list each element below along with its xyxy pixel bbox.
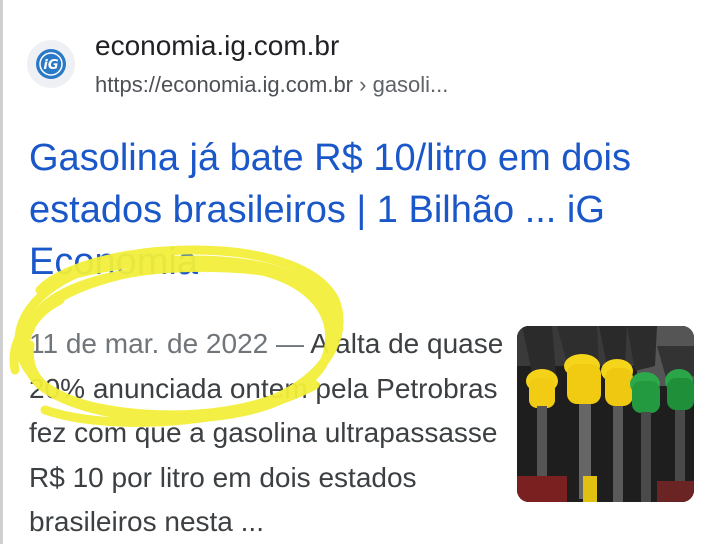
screen-edge — [0, 0, 3, 544]
date-separator: — — [268, 328, 311, 359]
site-favicon[interactable]: iG — [27, 40, 75, 88]
site-url[interactable]: https://economia.ig.com.br › gasoli... — [95, 72, 448, 98]
result-snippet: 11 de mar. de 2022 — A alta de quase 20%… — [29, 322, 504, 545]
result-title-link[interactable]: Gasolina já bate R$ 10/litro em dois est… — [29, 132, 709, 288]
site-name[interactable]: economia.ig.com.br — [95, 30, 339, 62]
url-breadcrumb: › gasoli... — [359, 72, 449, 97]
fuel-nozzles-image — [517, 326, 694, 502]
url-text: https://economia.ig.com.br — [95, 72, 354, 97]
ig-logo-icon: iG — [36, 49, 66, 79]
result-date: 11 de mar. de 2022 — [29, 328, 269, 359]
result-thumbnail[interactable] — [517, 326, 694, 502]
svg-text:iG: iG — [43, 58, 58, 73]
snippet-text: A alta de quase 20% anunciada ontem pela… — [29, 328, 504, 537]
